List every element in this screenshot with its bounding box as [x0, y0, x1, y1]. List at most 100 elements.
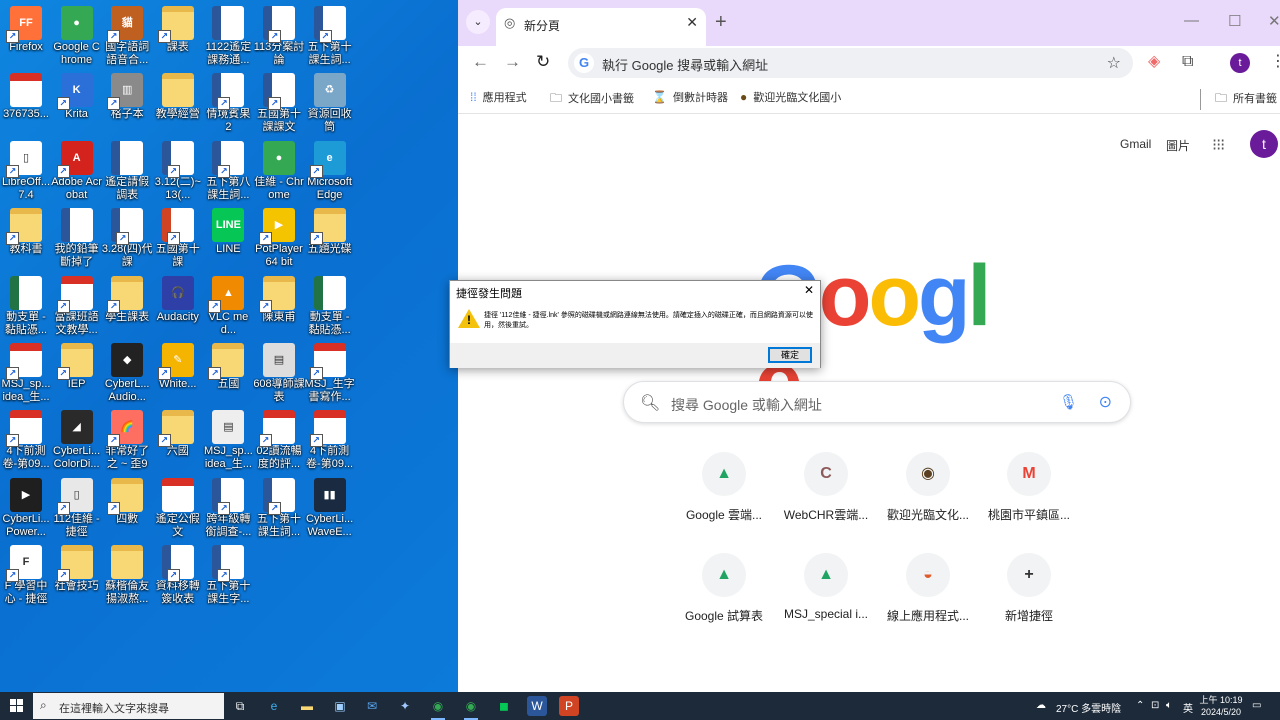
address-bar[interactable]: G 執行 Google 搜尋或輸入網址 ☆ — [568, 48, 1133, 78]
chrome-profile-icon[interactable]: ◉ — [461, 696, 481, 720]
bookmark-school[interactable]: ● 歡迎光臨文化國小 — [740, 89, 841, 105]
word-icon[interactable]: W — [527, 696, 547, 716]
desktop-icon[interactable]: FF 學習中心 - 捷徑 — [0, 541, 52, 607]
shortcut-tile[interactable]: ▲ MSJ_special i... — [774, 553, 878, 633]
task-view-icon[interactable]: ⧉ — [230, 696, 250, 716]
desktop-icon[interactable]: IEP — [51, 339, 103, 405]
desktop-icon[interactable]: W 1122遙定課務通... — [202, 2, 254, 68]
desktop-icon[interactable]: ▯LibreOff... 7.4 — [0, 137, 52, 203]
desktop-icon[interactable]: FFFirefox — [0, 2, 52, 68]
desktop-icon[interactable]: 🎧 Audacity — [152, 272, 204, 338]
notification-icon[interactable]: ▭ — [1252, 700, 1261, 711]
desktop-icon[interactable]: X 動支單 - 黏貼憑... — [304, 272, 356, 338]
ime-indicator[interactable]: 英 — [1183, 700, 1193, 715]
desktop-icon[interactable]: PDF02讀流暢度的評... — [253, 406, 305, 472]
all-bookmarks[interactable]: 🗀 所有書籤 — [1200, 89, 1277, 110]
shortcut-tile[interactable]: M 桃園市平鎮區... — [977, 452, 1081, 532]
windows-start-icon[interactable] — [10, 699, 24, 713]
extension-icon[interactable]: ◈ — [1148, 53, 1160, 71]
desktop-icon[interactable]: ● Google Chrome — [51, 2, 103, 68]
back-icon[interactable]: ← — [472, 52, 489, 72]
desktop-icon[interactable]: ♻ 資源回收筒 — [304, 69, 356, 135]
desktop-icon[interactable]: ● 佳維 - Chrome — [253, 137, 305, 203]
voice-search-icon[interactable]: 🎙︎ — [1059, 393, 1078, 411]
desktop-icon[interactable]: W資料移轉簽收表 — [152, 541, 204, 607]
close-tab-icon[interactable]: ✕ — [686, 14, 698, 31]
desktop-icon[interactable]: PDF376735... — [0, 69, 52, 135]
desktop-icon[interactable]: ▮▮ CyberLi... WaveE... — [304, 474, 356, 540]
desktop-icon[interactable]: ◆ CyberL... Audio... — [101, 339, 153, 405]
desktop-icon[interactable]: ▤ 608導師課表 — [253, 339, 305, 405]
desktop-icon[interactable]: W 遙定請假調表 — [101, 137, 153, 203]
new-tab-button[interactable]: + — [715, 12, 727, 32]
desktop-icon[interactable]: LINE LINE — [202, 204, 254, 270]
desktop-icon[interactable]: X 動支單 - 黏貼憑... — [0, 272, 52, 338]
desktop-icon[interactable]: 教學經營 — [152, 69, 204, 135]
desktop-icon[interactable]: KKrita — [51, 69, 103, 135]
file-explorer-icon[interactable]: ▬ — [297, 696, 317, 716]
desktop-icon[interactable]: 五題光碟 — [304, 204, 356, 270]
maximize-button[interactable]: ☐ — [1228, 12, 1241, 30]
desktop-icon[interactable]: 蘇楷倫友揚淑熬... — [101, 541, 153, 607]
desktop-icon[interactable]: 貓國字語詞語音合... — [101, 2, 153, 68]
tray-chevron-icon[interactable]: ⌃ — [1136, 700, 1144, 711]
desktop-icon[interactable]: W情境賓果 2 — [202, 69, 254, 135]
volume-icon[interactable]: 🔈︎ — [1166, 700, 1172, 711]
shortcut-tile[interactable]: + 新增捷徑 — [977, 553, 1081, 633]
desktop-icon[interactable]: W113分案討論 — [253, 2, 305, 68]
desktop-icon[interactable]: PDF4下前測卷-第09... — [0, 406, 52, 472]
forward-icon[interactable]: → — [504, 52, 521, 72]
tab-new-tab[interactable]: ◎ 新分頁 ✕ — [496, 8, 706, 46]
store-icon[interactable]: ▣ — [330, 696, 350, 716]
desktop-icon[interactable]: ▲VLC med... — [202, 272, 254, 338]
desktop-icon[interactable]: ▶PotPlayer 64 bit — [253, 204, 305, 270]
desktop-icon[interactable]: ✎White... — [152, 339, 204, 405]
shortcut-tile[interactable]: ◉ 歡迎光臨文化... — [876, 452, 980, 532]
krita-icon[interactable]: ✦ — [395, 696, 415, 716]
desktop-icon[interactable]: AAdobe Acrobat — [51, 137, 103, 203]
profile-avatar[interactable]: t — [1230, 53, 1250, 73]
desktop-icon[interactable]: W五國第十課課文 — [253, 69, 305, 135]
desktop-icon[interactable]: 社會技巧 — [51, 541, 103, 607]
desktop-icon[interactable]: W3.12(二)~13(... — [152, 137, 204, 203]
desktop-icon[interactable]: W3.28(四)代課 — [101, 204, 153, 270]
desktop-icon[interactable]: W五下第八課生詞... — [202, 137, 254, 203]
clock[interactable]: 上午 10:19 2024/5/20 — [1198, 694, 1244, 718]
desktop-icon[interactable]: 學生課表 — [101, 272, 153, 338]
desktop-icon[interactable]: W五下第十課生詞... — [304, 2, 356, 68]
close-window-button[interactable]: ✕ — [1268, 12, 1280, 30]
ok-button[interactable]: 確定 — [768, 347, 812, 363]
desktop-icon[interactable]: PDFMSJ_生字書寫作... — [304, 339, 356, 405]
google-apps-icon[interactable]: ⁝⁝⁝ — [1212, 135, 1225, 155]
bookmark-star-icon[interactable]: ☆ — [1107, 53, 1121, 73]
bookmark-timer[interactable]: ⌛ 倒數計時器 — [652, 89, 728, 105]
desktop-icon[interactable]: ▯112佳維 - 捷徑 — [51, 474, 103, 540]
reload-icon[interactable]: ↻ — [536, 52, 550, 72]
edge-icon[interactable]: e — [264, 696, 284, 716]
weather-text[interactable]: 27°C 多雲時陰 — [1056, 700, 1121, 715]
menu-kebab-icon[interactable]: ⋮ — [1270, 53, 1280, 71]
network-icon[interactable]: ⊡ — [1151, 700, 1159, 711]
google-lens-icon[interactable]: ⊙ — [1099, 392, 1112, 412]
google-search-box[interactable]: 🔍︎ 搜尋 Google 或輸入網址 🎙︎ ⊙ — [623, 381, 1131, 423]
desktop-icon[interactable]: ▥格子本 — [101, 69, 153, 135]
desktop-icon[interactable]: P五國第十課 — [152, 204, 204, 270]
dialog-close-icon[interactable]: ✕ — [804, 283, 814, 297]
gmail-link[interactable]: Gmail — [1120, 137, 1151, 151]
desktop-icon[interactable]: 四數 — [101, 474, 153, 540]
desktop-icon[interactable]: ▶ CyberLi... Power... — [0, 474, 52, 540]
desktop-icon[interactable]: PDF當課班語文教學... — [51, 272, 103, 338]
powerpoint-icon[interactable]: P — [559, 696, 579, 716]
shortcut-tile[interactable]: C WebCHR雲端... — [774, 452, 878, 532]
desktop-icon[interactable]: W五下第十課生詞... — [253, 474, 305, 540]
desktop-icon[interactable]: 課表 — [152, 2, 204, 68]
desktop-icon[interactable]: W跨年級轉銜調查-... — [202, 474, 254, 540]
line-icon[interactable]: ◼ — [494, 696, 514, 716]
shortcut-tile[interactable]: ▲ Google 試算表 — [672, 553, 776, 633]
desktop-icon[interactable]: PDF4下前測卷-第09... — [304, 406, 356, 472]
desktop-icon[interactable]: 五國 — [202, 339, 254, 405]
bookmark-apps[interactable]: ⁞⁞ 應用程式 — [470, 89, 527, 105]
chrome-icon[interactable]: ◉ — [428, 696, 448, 720]
mail-icon[interactable]: ✉ — [362, 696, 382, 716]
desktop-icon[interactable]: W五下第十課生字... — [202, 541, 254, 607]
